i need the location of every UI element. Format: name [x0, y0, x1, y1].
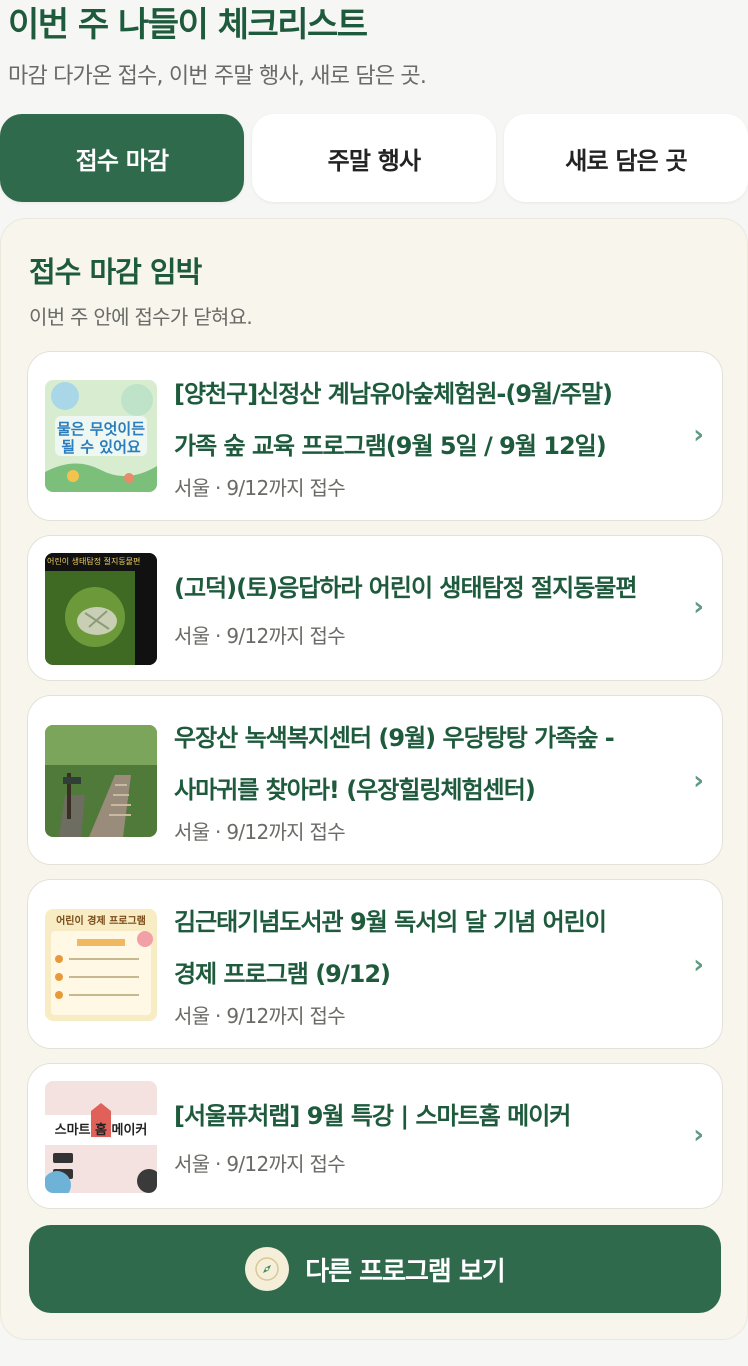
cta-label: 다른 프로그램 보기	[305, 1256, 505, 1287]
chevron-right-icon: ›	[693, 766, 704, 796]
program-meta: 서울 · 9/12까지 접수	[174, 476, 346, 500]
program-meta: 서울 · 9/12까지 접수	[174, 1004, 346, 1028]
tab-deadline[interactable]: 접수 마감	[0, 114, 244, 202]
program-meta: 서울 · 9/12까지 접수	[174, 624, 346, 648]
program-title: [양천구]신정산 계남유아숲체험원-(9월/주말) 가족 숲 교육 프로그램(9…	[174, 380, 613, 460]
compass-icon	[245, 1247, 290, 1291]
panel-subtitle: 이번 주 안에 접수가 닫혀요.	[29, 305, 253, 329]
program-thumbnail: 어린이 경제 프로그램	[45, 909, 157, 1021]
program-thumbnail	[45, 725, 157, 837]
program-title: 김근태기념도서관 9월 독서의 달 기념 어린이 경제 프로그램 (9/12)	[174, 908, 607, 988]
thumbnail-text: 어린이 경제 프로그램	[56, 916, 146, 927]
view-other-programs-button[interactable]: 다른 프로그램 보기	[29, 1225, 721, 1313]
program-thumbnail: 스마트 홈 메이커	[45, 1081, 157, 1193]
chevron-right-icon: ›	[693, 1120, 704, 1150]
page-title: 이번 주 나들이 체크리스트	[8, 5, 368, 45]
tab-newly-saved[interactable]: 새로 담은 곳	[504, 114, 748, 202]
program-meta: 서울 · 9/12까지 접수	[174, 820, 346, 844]
program-meta: 서울 · 9/12까지 접수	[174, 1152, 346, 1176]
program-thumbnail: 어린이 생태탐정 절지동물편	[45, 553, 157, 665]
tab-weekend-events[interactable]: 주말 행사	[252, 114, 496, 202]
page-subtitle: 마감 다가온 접수, 이번 주말 행사, 새로 담은 곳.	[8, 64, 427, 89]
program-title: [서울퓨처랩] 9월 특강 | 스마트홈 메이커	[174, 1102, 571, 1130]
thumbnail-text: 스마트 홈 메이커	[54, 1123, 148, 1138]
list-item[interactable]: 물은 무엇이든 될 수 있어요 [양천구]신정산 계남유아숲체험원-(9월/주말…	[27, 351, 723, 521]
page-header: 이번 주 나들이 체크리스트 마감 다가온 접수, 이번 주말 행사, 새로 담…	[8, 0, 748, 90]
deadline-panel: 접수 마감 임박 이번 주 안에 접수가 닫혀요. 물은 무엇이든 될 수 있어…	[0, 218, 748, 1340]
program-title: (고덕)(토)응답하라 어린이 생태탐정 절지동물편	[174, 574, 637, 602]
list-item[interactable]: 어린이 경제 프로그램 김근태기념도서관 9월 독서의 달 기념 어린이 경제 …	[27, 879, 723, 1049]
tab-bar: 접수 마감 주말 행사 새로 담은 곳	[0, 114, 748, 202]
panel-title: 접수 마감 임박	[29, 255, 202, 289]
list-item[interactable]: 어린이 생태탐정 절지동물편 (고덕)(토)응답하라 어린이 생태탐정 절지동물…	[27, 535, 723, 681]
chevron-right-icon: ›	[693, 950, 704, 980]
program-thumbnail: 물은 무엇이든 될 수 있어요	[45, 380, 157, 492]
chevron-right-icon: ›	[693, 420, 704, 450]
thumbnail-text: 물은 무엇이든 될 수 있어요	[56, 420, 146, 456]
list-item[interactable]: 우장산 녹색복지센터 (9월) 우당탕탕 가족숲 - 사마귀를 찾아라! (우장…	[27, 695, 723, 865]
chevron-right-icon: ›	[693, 592, 704, 622]
thumbnail-text: 어린이 생태탐정 절지동물편	[47, 557, 141, 566]
program-title: 우장산 녹색복지센터 (9월) 우당탕탕 가족숲 - 사마귀를 찾아라! (우장…	[174, 724, 615, 804]
list-item[interactable]: 스마트 홈 메이커 [서울퓨처랩] 9월 특강 | 스마트홈 메이커 서울 · …	[27, 1063, 723, 1209]
